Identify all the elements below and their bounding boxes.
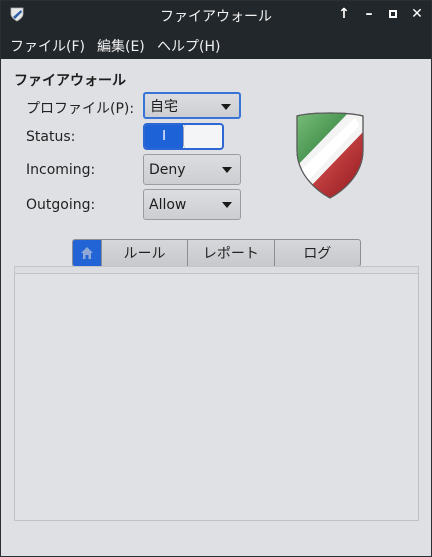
incoming-select[interactable]: Deny xyxy=(143,154,241,185)
menu-help[interactable]: ヘルプ(H) xyxy=(157,36,220,56)
tab-log[interactable]: ログ xyxy=(273,240,360,266)
chevron-down-icon xyxy=(222,167,232,173)
outgoing-value: Allow xyxy=(149,196,187,213)
outgoing-select[interactable]: Allow xyxy=(143,189,241,220)
status-toggle[interactable]: I xyxy=(143,123,224,150)
profile-select[interactable]: 自宅 xyxy=(143,92,241,119)
profile-value: 自宅 xyxy=(150,98,178,115)
app-window: ファイアウォール ↑ – ✕ ファイル(F) 編集(E) ヘルプ(H) ファイア… xyxy=(0,0,432,557)
incoming-label: Incoming: xyxy=(26,162,96,178)
maximize-icon xyxy=(389,10,397,18)
toggle-knob[interactable] xyxy=(183,125,222,148)
close-button[interactable]: ✕ xyxy=(408,5,426,23)
incoming-value: Deny xyxy=(149,161,186,178)
profile-label: プロファイル(P): xyxy=(26,101,135,117)
main-content: ファイアウォール プロファイル(P): 自宅 Status: I Incomin… xyxy=(1,59,431,556)
chevron-down-icon xyxy=(222,202,232,208)
menu-edit[interactable]: 編集(E) xyxy=(97,36,145,56)
firewall-shield-icon xyxy=(296,112,364,199)
toggle-on-indicator: I xyxy=(145,125,183,148)
tab-home[interactable] xyxy=(73,240,101,266)
tab-rules[interactable]: ルール xyxy=(100,240,187,266)
keep-above-button[interactable]: ↑ xyxy=(335,5,353,23)
home-panel xyxy=(14,273,419,521)
outgoing-label: Outgoing: xyxy=(26,197,96,213)
home-icon xyxy=(80,247,93,259)
menu-bar: ファイル(F) 編集(E) ヘルプ(H) xyxy=(1,29,431,59)
view-tabs: ルール レポート ログ xyxy=(72,239,361,267)
chevron-down-icon xyxy=(221,104,231,110)
maximize-button[interactable] xyxy=(384,5,402,23)
status-label: Status: xyxy=(26,129,76,145)
section-title: ファイアウォール xyxy=(14,73,126,89)
tab-report[interactable]: レポート xyxy=(187,240,273,266)
minimize-button[interactable]: – xyxy=(360,5,378,23)
menu-file[interactable]: ファイル(F) xyxy=(10,36,85,56)
title-bar[interactable]: ファイアウォール ↑ – ✕ xyxy=(1,1,431,29)
